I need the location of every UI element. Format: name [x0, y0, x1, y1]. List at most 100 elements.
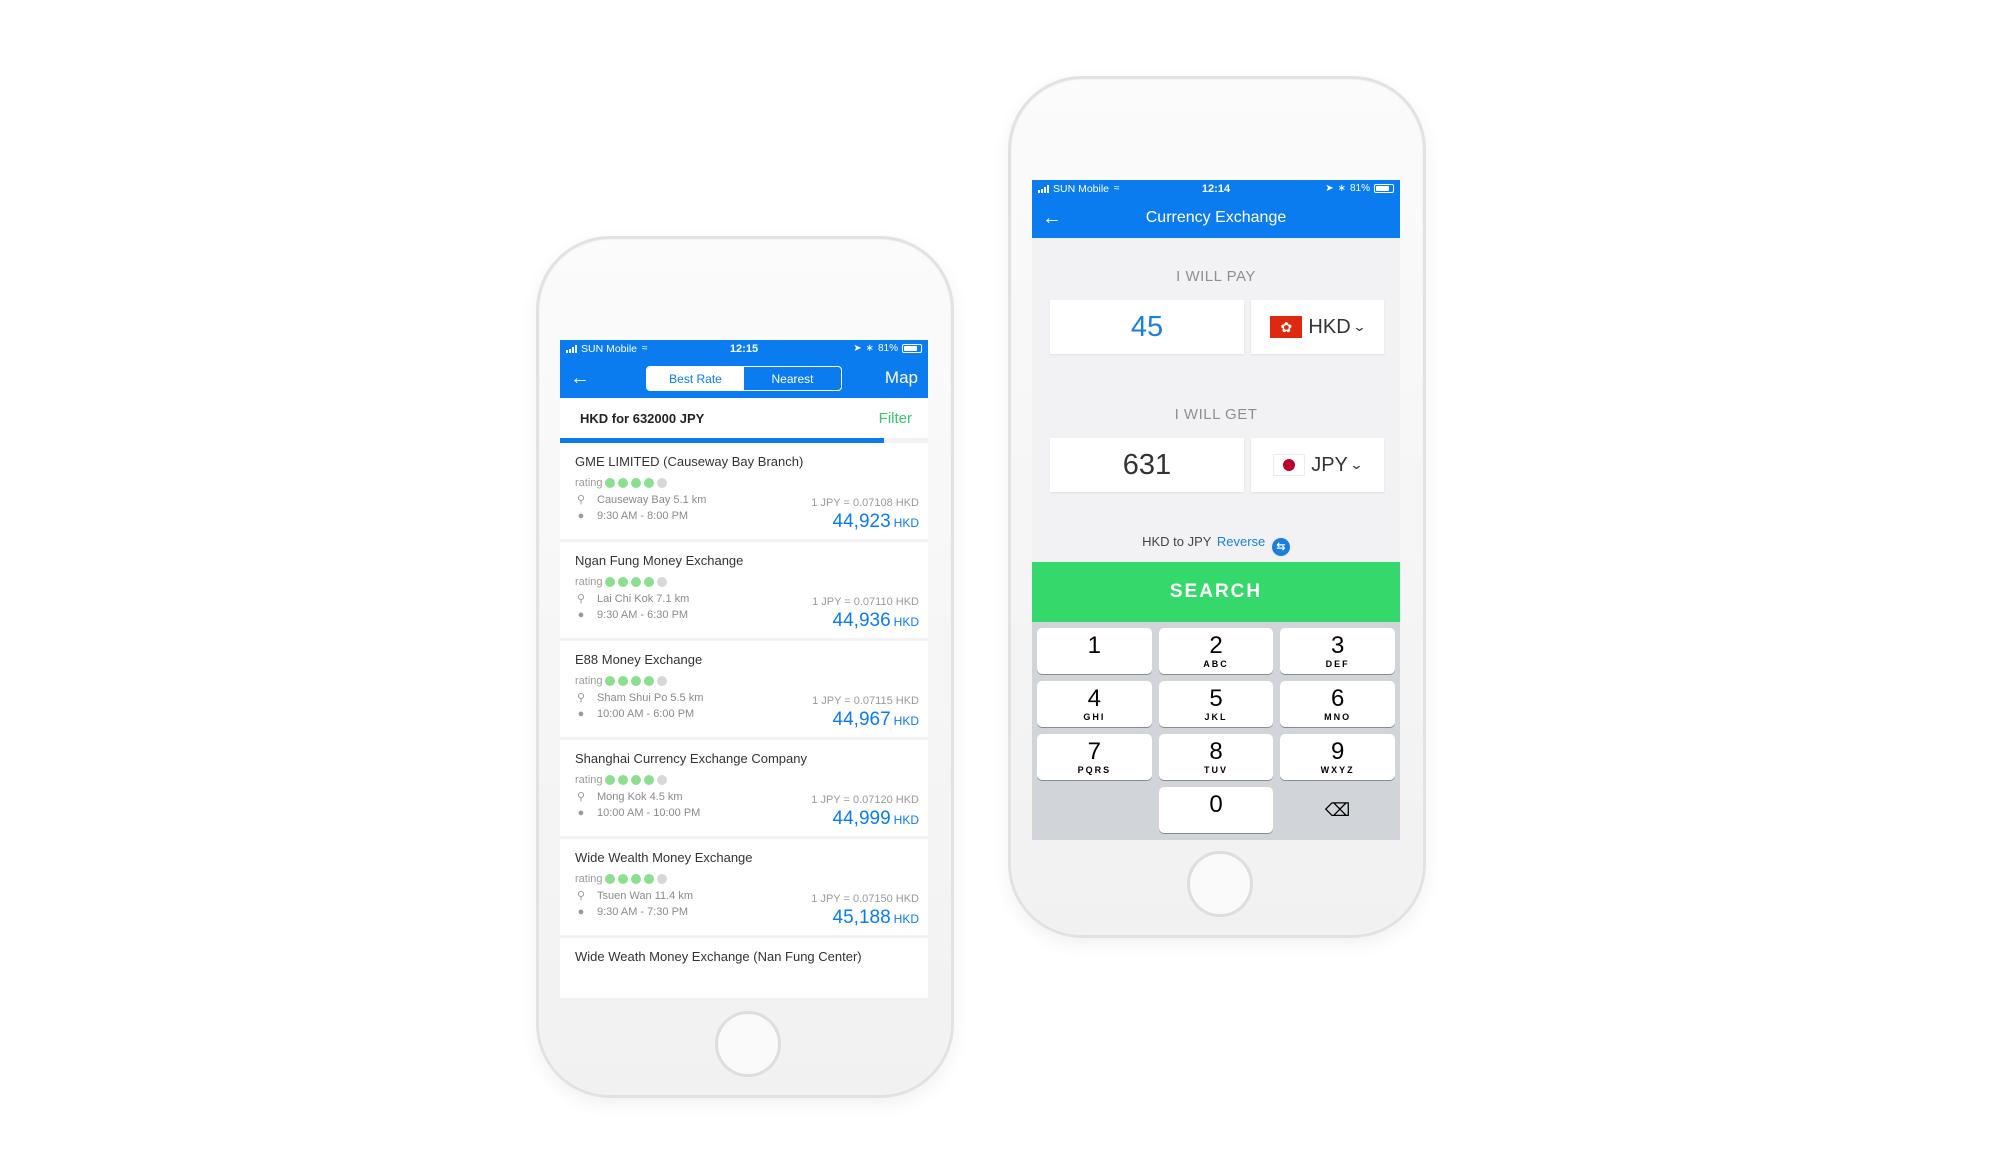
- exchange-rate: 1 JPY = 0.07108 HKD: [811, 497, 919, 509]
- rating-row: rating: [575, 477, 919, 489]
- rating-row: rating: [575, 576, 919, 588]
- map-pin-icon: ⚲: [576, 494, 586, 506]
- clock-icon: ●: [577, 906, 585, 918]
- arrow-left-icon[interactable]: ←: [560, 368, 600, 388]
- rating-dots: [604, 874, 667, 884]
- tab-best-rate[interactable]: Best Rate: [647, 367, 744, 390]
- key-2[interactable]: 2 ABC: [1158, 628, 1274, 674]
- rating-dots: [604, 577, 667, 587]
- rating-row: rating: [575, 675, 919, 687]
- rating-label: rating: [575, 774, 603, 786]
- status-bar: SUN Mobile ≈ 12:15 ➤ ∗ 81%: [560, 340, 928, 357]
- key-0[interactable]: 0: [1158, 787, 1274, 833]
- rating-dots: [604, 775, 667, 785]
- key-6[interactable]: 6 MNO: [1280, 681, 1395, 727]
- hours-text: 9:30 AM - 6:30 PM: [597, 609, 689, 621]
- exchange-rate: 1 JPY = 0.07110 HKD: [812, 596, 919, 608]
- key-7[interactable]: 7 PQRS: [1037, 734, 1152, 780]
- hours-text: 9:30 AM - 7:30 PM: [597, 906, 689, 918]
- rating-label: rating: [575, 576, 603, 588]
- page-title: Currency Exchange: [1145, 209, 1287, 226]
- exchange-name: Wide Weath Money Exchange (Nan Fung Cent…: [575, 949, 862, 964]
- list-item[interactable]: Shanghai Currency Exchange Company ratin…: [560, 740, 928, 836]
- key-9[interactable]: 9 WXYZ: [1280, 734, 1395, 780]
- amount-value: 44,923 HKD: [832, 511, 919, 532]
- home-button[interactable]: [715, 1011, 781, 1077]
- reverse-button[interactable]: Reverse: [1217, 534, 1265, 549]
- japan-flag-icon: [1273, 454, 1306, 476]
- map-pin-icon: ⚲: [576, 692, 586, 704]
- right-phone-frame: SUN Mobile ≈ 12:14 ➤ ∗ 81% ← Currency Ex…: [1008, 76, 1426, 938]
- exchange-name: Wide Wealth Money Exchange: [575, 850, 753, 865]
- pay-amount-input[interactable]: 45: [1050, 300, 1244, 354]
- battery-icon: [902, 344, 922, 353]
- key-8[interactable]: 8 TUV: [1158, 734, 1274, 780]
- exchange-name: GME LIMITED (Causeway Bay Branch): [575, 454, 804, 469]
- list-item[interactable]: E88 Money Exchange rating ⚲ Sham Shui Po …: [560, 641, 928, 737]
- nav-bar: ← Best Rate Nearest Map: [560, 357, 928, 398]
- key-1[interactable]: 1: [1037, 628, 1152, 674]
- tab-nearest[interactable]: Nearest: [744, 367, 841, 390]
- map-pin-icon: ⚲: [576, 890, 586, 902]
- key-5[interactable]: 5 JKL: [1158, 681, 1274, 727]
- rating-row: rating: [575, 774, 919, 786]
- pay-label: I WILL PAY: [1176, 268, 1256, 285]
- clock-icon: ●: [577, 609, 585, 621]
- battery-icon: [1374, 184, 1394, 193]
- amount-value: 45,188 HKD: [832, 907, 919, 928]
- numeric-keypad: 1 2 ABC 3 DEF 4 GHI 5 JKL 6 MNO 7 PQRS 8 TUV 9W…: [1032, 622, 1400, 840]
- exchange-rate: 1 JPY = 0.07120 HKD: [811, 794, 919, 806]
- chevron-down-icon: ⌄: [1352, 319, 1367, 334]
- filter-button[interactable]: Filter: [879, 410, 912, 427]
- results-list: GME LIMITED (Causeway Bay Branch) rating…: [560, 443, 928, 998]
- map-pin-icon: ⚲: [576, 593, 586, 605]
- exchange-rate: 1 JPY = 0.07115 HKD: [812, 695, 919, 707]
- status-time: 12:15: [729, 342, 759, 355]
- keypad-blank: [1037, 787, 1152, 833]
- pay-currency-select[interactable]: ✿ HKD ⌄: [1251, 300, 1384, 354]
- key-4[interactable]: 4 GHI: [1037, 681, 1152, 727]
- status-bar: SUN Mobile ≈ 12:14 ➤ ∗ 81%: [1032, 180, 1400, 197]
- amount-value: 44,967 HKD: [832, 709, 919, 730]
- direction-row: HKD to JPY Reverse ⇆: [1032, 534, 1400, 556]
- backspace-icon[interactable]: ⌫: [1280, 787, 1395, 833]
- rating-dots: [604, 478, 667, 488]
- location-text: Lai Chi Kok 7.1 km: [597, 592, 690, 605]
- sort-segmented-control: Best Rate Nearest: [646, 366, 842, 391]
- location-text: Tsuen Wan 11.4 km: [597, 889, 693, 902]
- hours-text: 10:00 AM - 10:00 PM: [597, 807, 701, 819]
- list-item[interactable]: Wide Weath Money Exchange (Nan Fung Cent…: [560, 938, 928, 998]
- get-currency-code: JPY: [1311, 453, 1348, 476]
- get-currency-select[interactable]: JPY ⌄: [1251, 438, 1384, 492]
- status-time: 12:14: [1201, 182, 1231, 195]
- results-header: HKD for 632000 JPY Filter: [560, 398, 928, 443]
- clock-icon: ●: [577, 510, 585, 522]
- amount-value: 44,936 HKD: [832, 610, 919, 631]
- nav-bar: ← Currency Exchange: [1032, 197, 1400, 238]
- rating-dots: [604, 676, 667, 686]
- location-text: Sham Shui Po 5.5 km: [597, 691, 704, 704]
- pay-currency-code: HKD: [1308, 315, 1351, 338]
- swap-icon[interactable]: ⇆: [1271, 538, 1290, 556]
- map-pin-icon: ⚲: [576, 791, 586, 803]
- amount-value: 44,999 HKD: [832, 808, 919, 829]
- clock-icon: ●: [577, 807, 585, 819]
- key-3[interactable]: 3 DEF: [1280, 628, 1395, 674]
- hong-kong-flag-icon: ✿: [1270, 316, 1303, 338]
- home-button[interactable]: [1187, 851, 1253, 917]
- get-amount-field[interactable]: 631: [1050, 438, 1244, 492]
- hours-text: 10:00 AM - 6:00 PM: [597, 708, 695, 720]
- search-button[interactable]: SEARCH: [1032, 562, 1400, 622]
- list-item[interactable]: Ngan Fung Money Exchange rating ⚲ Lai Chi…: [560, 542, 928, 638]
- query-title: HKD for 632000 JPY: [580, 410, 705, 426]
- clock-icon: ●: [577, 708, 585, 720]
- location-text: Mong Kok 4.5 km: [597, 790, 683, 803]
- exchange-name: Shanghai Currency Exchange Company: [575, 751, 807, 766]
- left-phone-frame: SUN Mobile ≈ 12:15 ➤ ∗ 81% ← Best Rate N…: [536, 236, 954, 1098]
- exchange-name: Ngan Fung Money Exchange: [575, 553, 744, 568]
- list-item[interactable]: GME LIMITED (Causeway Bay Branch) rating…: [560, 443, 928, 539]
- list-item[interactable]: Wide Wealth Money Exchange rating ⚲ Tsuen…: [560, 839, 928, 935]
- left-phone-screen: SUN Mobile ≈ 12:15 ➤ ∗ 81% ← Best Rate N…: [560, 340, 928, 1000]
- chevron-down-icon: ⌄: [1349, 457, 1364, 472]
- map-button[interactable]: Map: [885, 368, 918, 388]
